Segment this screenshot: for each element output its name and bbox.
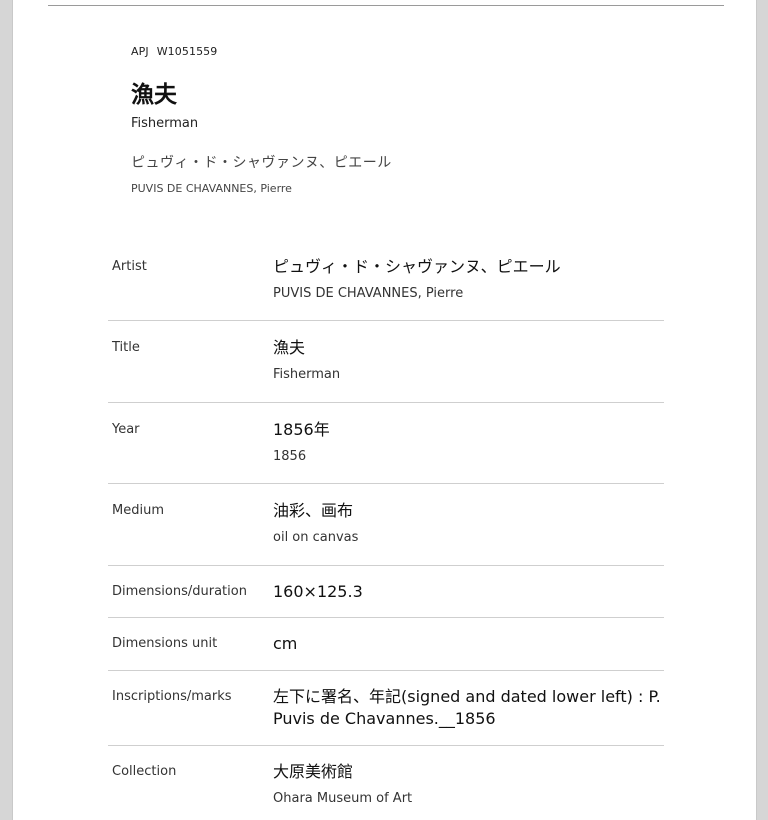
artist-english: PUVIS DE CHAVANNES, Pierre: [131, 182, 292, 195]
detail-value: 油彩、画布 oil on canvas: [273, 500, 664, 565]
detail-label: Collection: [112, 764, 177, 779]
record-id: W1051559: [156, 45, 218, 58]
top-divider: [48, 5, 724, 6]
source-code: APJ: [131, 45, 149, 58]
title-english: Fisherman: [131, 116, 199, 131]
detail-row-medium: Medium 油彩、画布 oil on canvas: [108, 484, 664, 566]
detail-value: ピュヴィ・ド・シャヴァンヌ、ピエール PUVIS DE CHAVANNES, P…: [273, 256, 664, 320]
detail-value: 160×125.3: [273, 581, 664, 617]
detail-label: Artist: [112, 259, 147, 274]
detail-row-inscriptions: Inscriptions/marks 左下に署名、年記(signed and d…: [108, 671, 664, 746]
detail-row-artist: Artist ピュヴィ・ド・シャヴァンヌ、ピエール PUVIS DE CHAVA…: [108, 240, 664, 321]
detail-row-title: Title 漁夫 Fisherman: [108, 321, 664, 403]
detail-label: Year: [112, 422, 140, 437]
detail-row-year: Year 1856年 1856: [108, 403, 664, 484]
record-header: APJ W1051559 漁夫 Fisherman ピュヴィ・ド・シャヴァンヌ、ピ…: [131, 44, 691, 197]
document-sheet: APJ W1051559 漁夫 Fisherman ピュヴィ・ド・シャヴァンヌ、ピ…: [12, 0, 757, 820]
value-secondary: Ohara Museum of Art: [273, 791, 413, 806]
value-secondary: oil on canvas: [273, 530, 359, 545]
value-secondary: 1856: [273, 449, 307, 464]
detail-value: cm: [273, 633, 664, 670]
record-ids: APJ W1051559: [131, 44, 691, 60]
detail-row-dimensions-unit: Dimensions unit cm: [108, 618, 664, 671]
value-primary: cm: [273, 634, 298, 653]
details-table: Artist ピュヴィ・ド・シャヴァンヌ、ピエール PUVIS DE CHAVA…: [108, 240, 664, 820]
detail-value: 左下に署名、年記(signed and dated lower left) : …: [273, 686, 664, 745]
detail-value: 1856年 1856: [273, 419, 664, 483]
value-primary: 油彩、画布: [273, 501, 354, 520]
title-japanese: 漁夫: [131, 81, 177, 108]
detail-label: Dimensions unit: [112, 636, 218, 651]
value-secondary: PUVIS DE CHAVANNES, Pierre: [273, 286, 464, 301]
detail-value: 大原美術館 Ohara Museum of Art: [273, 761, 664, 820]
detail-label: Dimensions/duration: [112, 584, 247, 599]
value-primary: ピュヴィ・ド・シャヴァンヌ、ピエール: [273, 257, 561, 276]
value-primary: 大原美術館: [273, 762, 354, 781]
detail-row-dimensions: Dimensions/duration 160×125.3: [108, 566, 664, 618]
value-primary: 1856年: [273, 420, 330, 439]
detail-label: Inscriptions/marks: [112, 689, 232, 704]
detail-label: Title: [112, 340, 140, 355]
value-primary: 左下に署名、年記(signed and dated lower left) : …: [273, 687, 661, 728]
detail-label: Medium: [112, 503, 164, 518]
value-primary: 漁夫: [273, 338, 306, 357]
detail-value: 漁夫 Fisherman: [273, 337, 664, 402]
value-secondary: Fisherman: [273, 367, 341, 382]
value-primary: 160×125.3: [273, 582, 363, 601]
artist-japanese: ピュヴィ・ド・シャヴァンヌ、ピエール: [131, 155, 392, 171]
detail-row-collection: Collection 大原美術館 Ohara Museum of Art: [108, 746, 664, 820]
